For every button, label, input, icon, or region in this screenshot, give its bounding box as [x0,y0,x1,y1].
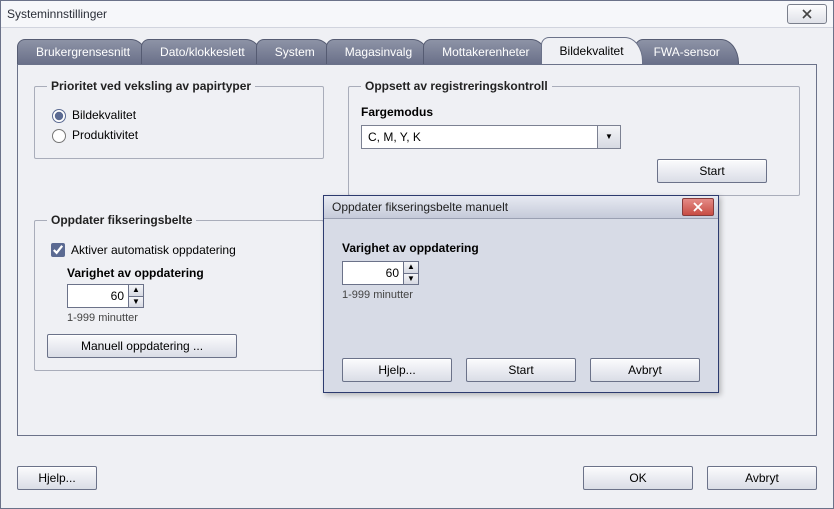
chevron-down-icon: ▼ [605,133,613,141]
priority-legend: Prioritet ved veksling av papirtyper [47,79,255,93]
close-icon [692,202,704,212]
dialog-duration-spin-down[interactable]: ▼ [404,273,418,285]
auto-refresh-checkbox[interactable] [51,243,65,257]
duration-input[interactable] [68,285,128,307]
close-icon [800,9,814,19]
fuser-refresh-legend: Oppdater fikseringsbelte [47,213,196,227]
ok-button[interactable]: OK [583,466,693,490]
tab-brukergrensesnitt[interactable]: Brukergrensesnitt [17,39,149,64]
bottom-button-bar: Hjelp... OK Avbryt [17,466,817,490]
manual-refresh-dialog: Oppdater fikseringsbelte manuelt Varighe… [323,195,719,393]
priority-label-quality: Bildekvalitet [72,108,136,122]
priority-label-productivity: Produktivitet [72,128,138,142]
registration-group: Oppsett av registreringskontroll Fargemo… [348,79,800,196]
auto-refresh-row[interactable]: Aktiver automatisk oppdatering [47,240,311,260]
tab-magasinvalg[interactable]: Magasinvalg [326,39,431,64]
color-mode-select[interactable]: C, M, Y, K ▼ [361,125,621,149]
duration-spinbox[interactable]: ▲ ▼ [67,284,144,308]
dialog-help-button[interactable]: Hjelp... [342,358,452,382]
dialog-duration-spinbox[interactable]: ▲ ▼ [342,261,419,285]
dialog-title: Oppdater fikseringsbelte manuelt [332,200,508,214]
dialog-duration-label: Varighet av oppdatering [342,241,700,255]
duration-spin-up[interactable]: ▲ [129,285,143,296]
registration-legend: Oppsett av registreringskontroll [361,79,552,93]
duration-label: Varighet av oppdatering [67,266,311,280]
dialog-titlebar: Oppdater fikseringsbelte manuelt [324,196,718,219]
window-close-button[interactable] [787,4,827,24]
auto-refresh-label: Aktiver automatisk oppdatering [71,243,236,257]
priority-radio-productivity[interactable] [52,129,66,143]
color-mode-dropdown-button[interactable]: ▼ [597,126,620,148]
chevron-down-icon: ▼ [407,275,415,283]
priority-option-productivity[interactable]: Produktivitet [47,126,311,143]
priority-option-quality[interactable]: Bildekvalitet [47,106,311,123]
priority-radio-quality[interactable] [52,109,66,123]
chevron-up-icon: ▲ [407,263,415,271]
dialog-body: Varighet av oppdatering ▲ ▼ 1-999 minutt… [324,219,718,311]
duration-spin-down[interactable]: ▼ [129,296,143,308]
dialog-button-row: Hjelp... Start Avbryt [324,358,718,382]
system-settings-window: Systeminnstillinger Brukergrensesnitt Da… [0,0,834,509]
tab-strip: Brukergrensesnitt Dato/klokkeslett Syste… [17,38,817,64]
tab-dato-klokkeslett[interactable]: Dato/klokkeslett [141,39,264,64]
color-mode-label: Fargemodus [361,105,787,119]
dialog-duration-spin-up[interactable]: ▲ [404,262,418,273]
dialog-start-button[interactable]: Start [466,358,576,382]
chevron-down-icon: ▼ [132,298,140,306]
registration-start-button[interactable]: Start [657,159,767,183]
duration-hint: 1-999 minutter [67,312,311,324]
window-title: Systeminnstillinger [7,7,107,21]
dialog-duration-hint: 1-999 minutter [342,289,700,301]
tab-system[interactable]: System [256,39,334,64]
tab-mottakerenheter[interactable]: Mottakerenheter [423,39,548,64]
tab-fwa-sensor[interactable]: FWA-sensor [635,39,739,64]
dialog-duration-input[interactable] [343,262,403,284]
priority-group: Prioritet ved veksling av papirtyper Bil… [34,79,324,159]
dialog-cancel-button[interactable]: Avbryt [590,358,700,382]
chevron-up-icon: ▲ [132,286,140,294]
color-mode-value: C, M, Y, K [362,130,597,144]
dialog-close-button[interactable] [682,198,714,216]
manual-refresh-button[interactable]: Manuell oppdatering ... [47,334,237,358]
help-button[interactable]: Hjelp... [17,466,97,490]
cancel-button[interactable]: Avbryt [707,466,817,490]
tab-bildekvalitet[interactable]: Bildekvalitet [541,37,643,64]
titlebar: Systeminnstillinger [1,1,833,28]
fuser-refresh-group: Oppdater fikseringsbelte Aktiver automat… [34,213,324,371]
